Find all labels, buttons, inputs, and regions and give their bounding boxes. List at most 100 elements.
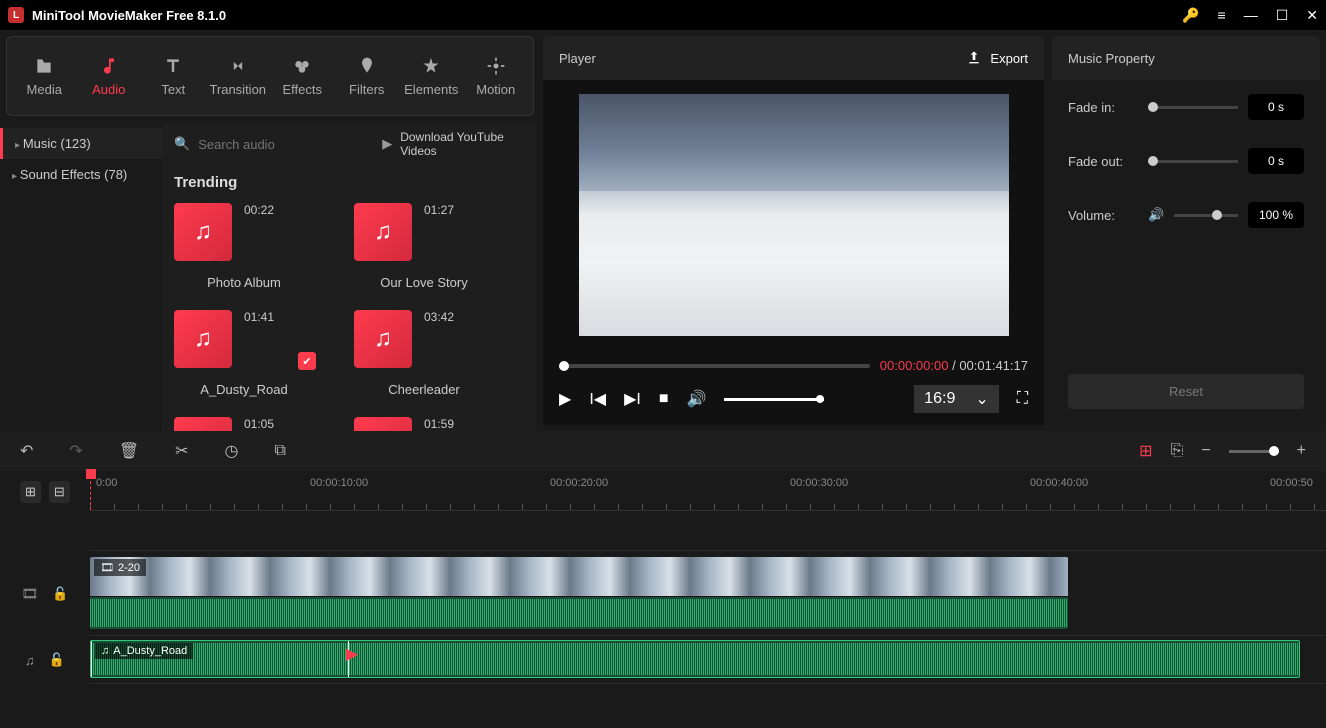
- audio-item[interactable]: ♫00:22 Photo Album: [174, 203, 314, 290]
- fadeout-label: Fade out:: [1068, 154, 1138, 169]
- audio-track[interactable]: ♫A_Dusty_Road ▶: [90, 636, 1326, 684]
- download-youtube-link[interactable]: Download YouTube Videos: [400, 130, 523, 158]
- category-music[interactable]: Music (123): [0, 128, 162, 159]
- lock-icon[interactable]: 🔓: [49, 652, 65, 668]
- music-note-icon: ♫: [174, 203, 232, 261]
- play-button[interactable]: ▶: [559, 389, 571, 409]
- music-note-icon: ♫: [101, 645, 109, 657]
- transition-tab[interactable]: Transition: [207, 45, 270, 107]
- next-frame-button[interactable]: ▶I: [624, 389, 641, 409]
- volume-icon[interactable]: 🔊: [686, 389, 706, 409]
- check-icon: ✔: [298, 352, 316, 370]
- maximize-button[interactable]: ☐: [1276, 7, 1289, 24]
- music-note-icon: ♫: [354, 310, 412, 368]
- audio-item[interactable]: ♫01:59: [354, 417, 494, 431]
- audio-item[interactable]: ♫01:27 Our Love Story: [354, 203, 494, 290]
- properties-title: Music Property: [1052, 36, 1320, 80]
- reset-button[interactable]: Reset: [1068, 374, 1304, 409]
- video-track-head: 🎞 🔓: [0, 551, 90, 636]
- audio-track-head: ♫ 🔓: [0, 636, 90, 684]
- music-note-icon: ♫: [354, 203, 412, 261]
- empty-track[interactable]: [90, 511, 1326, 551]
- audio-track-icon: ♫: [25, 653, 35, 668]
- add-track-button[interactable]: ⊞: [20, 481, 41, 503]
- export-button[interactable]: Export: [966, 50, 1028, 66]
- youtube-icon: ▶: [382, 136, 392, 152]
- film-icon: 🎞: [100, 561, 114, 574]
- video-clip[interactable]: 🎞2-20: [90, 557, 1068, 629]
- category-sidebar: Music (123) Sound Effects (78): [0, 122, 162, 431]
- fadein-label: Fade in:: [1068, 100, 1138, 115]
- split-button[interactable]: ✂: [175, 441, 188, 461]
- time-ruler[interactable]: 0:00 00:00:10:00 00:00:20:00 00:00:30:00…: [90, 471, 1326, 511]
- audio-item[interactable]: ♫01:05: [174, 417, 314, 431]
- audio-browser: 🔍 ▶ Download YouTube Videos Trending ♫00…: [162, 122, 535, 431]
- fadeout-value[interactable]: 0 s: [1248, 148, 1304, 174]
- titlebar: L MiniTool MovieMaker Free 8.1.0 🔑 ≡ — ☐…: [0, 0, 1326, 30]
- audio-item[interactable]: ♫03:42 Cheerleader: [354, 310, 494, 397]
- audio-clip[interactable]: ♫A_Dusty_Road: [90, 640, 1300, 678]
- close-button[interactable]: ✕: [1306, 7, 1318, 24]
- speaker-icon[interactable]: 🔊: [1148, 207, 1164, 223]
- timeline: ⊞ ⊟ 0:00 00:00:10:00 00:00:20:00 00:00:3…: [0, 471, 1326, 728]
- upgrade-key-icon[interactable]: 🔑: [1182, 7, 1199, 24]
- speed-button[interactable]: ◷: [225, 441, 239, 461]
- timecode: 00:00:00:00 / 00:01:41:17: [880, 358, 1028, 373]
- fadeout-slider[interactable]: [1148, 160, 1238, 163]
- elements-tab[interactable]: Elements: [400, 45, 463, 107]
- minimize-button[interactable]: —: [1244, 7, 1258, 23]
- module-toolbar: Media Audio Text Transition Effects Filt…: [6, 36, 534, 116]
- split-marker-icon[interactable]: ▶: [346, 644, 358, 664]
- player-panel: Player Export 00:00:00:00 / 00:01:41:17 …: [543, 36, 1044, 425]
- effects-tab[interactable]: Effects: [271, 45, 334, 107]
- music-note-icon: ♫: [174, 417, 232, 431]
- delete-button[interactable]: 🗑: [119, 441, 139, 461]
- fadein-slider[interactable]: [1148, 106, 1238, 109]
- search-icon: 🔍: [174, 136, 190, 152]
- properties-panel: Music Property Fade in: 0 s Fade out: 0 …: [1052, 36, 1320, 425]
- app-logo-icon: L: [8, 7, 24, 23]
- prev-frame-button[interactable]: I◀: [589, 389, 606, 409]
- link-button[interactable]: ⎘: [1171, 442, 1184, 460]
- aspect-ratio-select[interactable]: 16:9⌄: [914, 385, 999, 413]
- stop-button[interactable]: ■: [659, 390, 669, 408]
- video-track[interactable]: 🎞2-20: [90, 551, 1326, 636]
- music-note-icon: ♫: [354, 417, 412, 431]
- crop-button[interactable]: ⧉: [275, 442, 286, 460]
- zoom-in-button[interactable]: +: [1297, 442, 1306, 460]
- remove-track-button[interactable]: ⊟: [49, 481, 70, 503]
- chevron-down-icon: ⌄: [975, 389, 988, 409]
- magnet-button[interactable]: ⊞: [1139, 441, 1152, 461]
- timeline-toolbar: ↶ ↷ 🗑 ✂ ◷ ⧉ ⊞ ⎘ − +: [0, 431, 1326, 471]
- music-note-icon: ♫: [174, 310, 232, 368]
- text-tab[interactable]: Text: [142, 45, 205, 107]
- filters-tab[interactable]: Filters: [336, 45, 399, 107]
- fadein-value[interactable]: 0 s: [1248, 94, 1304, 120]
- volume-slider[interactable]: [1174, 214, 1238, 217]
- menu-icon[interactable]: ≡: [1218, 7, 1226, 23]
- zoom-out-button[interactable]: −: [1201, 442, 1210, 460]
- redo-button[interactable]: ↷: [69, 441, 82, 461]
- app-title: MiniTool MovieMaker Free 8.1.0: [32, 8, 1182, 23]
- audio-tab[interactable]: Audio: [78, 45, 141, 107]
- undo-button[interactable]: ↶: [20, 441, 33, 461]
- lock-icon[interactable]: 🔓: [52, 586, 68, 602]
- volume-value[interactable]: 100 %: [1248, 202, 1304, 228]
- seek-bar[interactable]: [559, 364, 870, 368]
- audio-item[interactable]: ♫01:41✔ A_Dusty_Road: [174, 310, 314, 397]
- section-trending: Trending: [174, 166, 523, 203]
- search-input[interactable]: [198, 137, 374, 152]
- volume-slider[interactable]: [724, 398, 824, 401]
- video-preview[interactable]: [543, 80, 1044, 350]
- playhead[interactable]: [90, 471, 91, 510]
- zoom-slider[interactable]: [1229, 450, 1279, 453]
- media-tab[interactable]: Media: [13, 45, 76, 107]
- spacer: [0, 511, 90, 551]
- video-track-icon: 🎞: [22, 586, 39, 602]
- volume-label: Volume:: [1068, 208, 1138, 223]
- fullscreen-button[interactable]: ⛶: [1017, 390, 1028, 408]
- category-sfx[interactable]: Sound Effects (78): [0, 159, 162, 190]
- motion-tab[interactable]: Motion: [465, 45, 528, 107]
- track-add-remove: ⊞ ⊟: [20, 481, 70, 503]
- player-title: Player: [559, 51, 966, 66]
